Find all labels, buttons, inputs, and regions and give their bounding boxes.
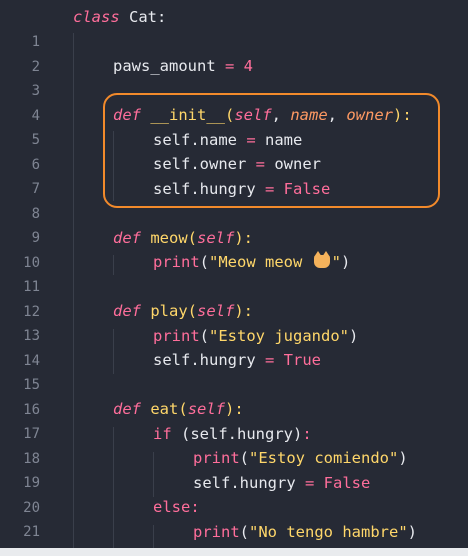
operator: = [246, 155, 275, 173]
keyword: def [113, 302, 141, 320]
function-name: __init__ [150, 106, 225, 124]
code-line: 6 self.name = name [0, 128, 468, 173]
function-name: meow [150, 229, 188, 247]
code-line: 7 self.owner = owner [0, 152, 468, 197]
operator: = [295, 474, 324, 492]
param-self: self [197, 302, 235, 320]
keyword: else [153, 498, 191, 516]
code-line: 19 print("Estoy comiendo") [0, 446, 468, 491]
string-literal: "Meow meow [209, 253, 312, 271]
boolean-literal: True [283, 351, 321, 369]
keyword: class [73, 8, 120, 26]
code-line: 15 self.hungry = True [0, 348, 468, 393]
code-line: 20 self.hungry = False [0, 471, 468, 516]
code-line: 16 [0, 373, 468, 418]
code-line: 13 def play(self): [0, 299, 468, 344]
code-line: 14 print("Estoy jugando") [0, 324, 468, 369]
boolean-literal: False [323, 474, 371, 492]
operator: = [215, 57, 244, 75]
keyword: if [153, 425, 172, 443]
code-line: 4 [0, 79, 468, 124]
string-literal: "Estoy comiendo" [249, 449, 399, 467]
keyword: def [113, 400, 141, 418]
code-line: 8 self.hungry = False [0, 177, 468, 222]
param-self: self [234, 106, 272, 124]
function-name: play [150, 302, 188, 320]
code-line: 21 else: [0, 495, 468, 540]
cat-face-emoji-icon [313, 251, 330, 268]
builtin-function: print [153, 327, 200, 345]
keyword: def [113, 229, 141, 247]
identifier: paws_amount [113, 57, 216, 75]
string-literal: "Estoy jugando" [209, 327, 349, 345]
code-line: 10 def meow(self): [0, 226, 468, 271]
operator: = [255, 351, 284, 369]
param-self: self [197, 229, 235, 247]
function-name: eat [150, 400, 179, 418]
code-line: 9 [0, 201, 468, 246]
keyword: def [113, 106, 141, 124]
code-line: 11 print("Meow meow ") [0, 250, 468, 295]
builtin-function: print [153, 253, 200, 271]
class-name: Cat [119, 8, 157, 26]
code-line: 22 print("No tengo hambre") [0, 520, 468, 545]
number-literal: 4 [243, 57, 253, 75]
param-self: self [187, 400, 226, 418]
param-owner: owner [346, 106, 394, 124]
code-line: 18 if (self.hungry): [0, 422, 468, 467]
builtin-function: print [193, 523, 240, 541]
code-line: 5 def __init__(self, name, owner): [0, 103, 468, 148]
code-line: 3 paws_amount = 4 [0, 54, 468, 99]
code-line: 12 [0, 275, 468, 320]
editor-bottom-bar [0, 548, 468, 556]
code-line: 1 class Cat: [0, 5, 468, 50]
operator: = [255, 180, 284, 198]
code-editor[interactable]: 1 class Cat: 2 3 paws_amount = 4 4 5 def… [0, 0, 468, 548]
string-literal: "No tengo hambre" [249, 523, 408, 541]
code-line: 17 def eat(self): [0, 397, 468, 442]
builtin-function: print [193, 449, 240, 467]
param-name: name [290, 106, 328, 124]
operator: = [237, 131, 265, 149]
boolean-literal: False [283, 180, 331, 198]
code-line: 2 [0, 30, 468, 75]
